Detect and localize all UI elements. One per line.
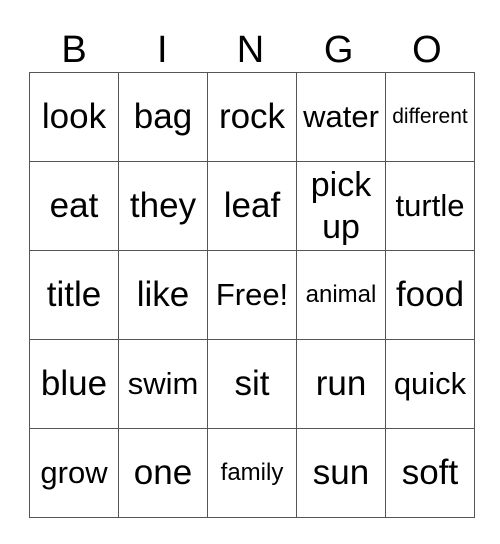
bingo-cell: look: [29, 72, 119, 162]
header-letter-g: G: [323, 29, 354, 71]
header-letter-b: B: [61, 29, 87, 71]
bingo-grid: look bag rock water different eat they l…: [29, 72, 475, 518]
bingo-cell: run: [296, 339, 386, 429]
grid-row: look bag rock water different: [29, 72, 475, 162]
bingo-cell: different: [385, 72, 475, 162]
bingo-cell: quick: [385, 339, 475, 429]
bingo-cell: water: [296, 72, 386, 162]
bingo-cell: sun: [296, 428, 386, 518]
bingo-cell: grow: [29, 428, 119, 518]
bingo-cell: leaf: [207, 161, 297, 251]
bingo-cell: food: [385, 250, 475, 340]
grid-row: eat they leaf pick up turtle: [29, 161, 475, 251]
grid-row: title like Free! animal food: [29, 250, 475, 340]
bingo-header: B I N G O: [30, 28, 471, 72]
header-letter-n: N: [236, 29, 265, 71]
bingo-cell: soft: [385, 428, 475, 518]
free-space-cell: Free!: [207, 250, 297, 340]
bingo-cell: sit: [207, 339, 297, 429]
bingo-cell: animal: [296, 250, 386, 340]
bingo-cell: blue: [29, 339, 119, 429]
bingo-cell: turtle: [385, 161, 475, 251]
bingo-cell: pick up: [296, 161, 386, 251]
bingo-cell: rock: [207, 72, 297, 162]
bingo-cell: title: [29, 250, 119, 340]
header-letter-i: I: [157, 29, 168, 71]
bingo-cell: bag: [118, 72, 208, 162]
header-letter-o: O: [412, 29, 442, 71]
bingo-cell: like: [118, 250, 208, 340]
bingo-cell: swim: [118, 339, 208, 429]
grid-row: grow one family sun soft: [29, 428, 475, 518]
bingo-cell: family: [207, 428, 297, 518]
bingo-cell: they: [118, 161, 208, 251]
bingo-cell: eat: [29, 161, 119, 251]
bingo-cell: one: [118, 428, 208, 518]
grid-row: blue swim sit run quick: [29, 339, 475, 429]
